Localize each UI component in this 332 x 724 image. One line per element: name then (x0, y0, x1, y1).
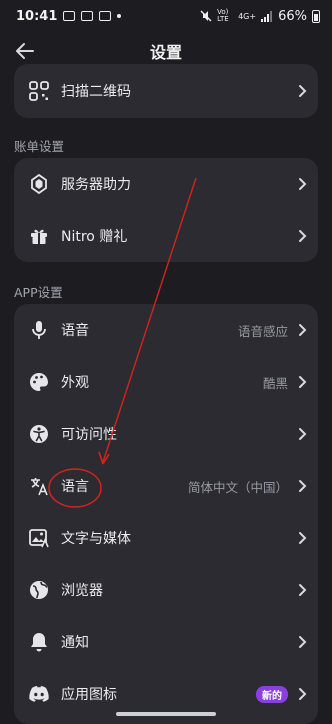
globe-icon (28, 579, 50, 601)
appearance-label: 外观 (61, 375, 89, 391)
appearance-item[interactable]: 外观 酷黑 (14, 356, 318, 408)
section-title-account: 账单设置 (14, 139, 65, 154)
notifications-item[interactable]: 通知 (14, 616, 318, 668)
battery-percent: 66% (278, 8, 307, 24)
accessibility-icon (28, 423, 50, 445)
image-notification-icon (63, 11, 76, 21)
scan-qr-label: 扫描二维码 (61, 84, 131, 100)
back-arrow-icon[interactable] (14, 40, 36, 62)
app-settings-card: 语音 语音感应 外观 酷黑 可访问性 语言 简体中文（中国） 文字与媒体 浏览器… (14, 304, 318, 724)
new-badge: 新的 (256, 685, 288, 703)
gift-icon (28, 225, 50, 247)
server-boost-item[interactable]: 服务器助力 (14, 158, 318, 210)
app-notification-icon (81, 11, 94, 21)
network-label: 4G+ (238, 11, 257, 21)
accessibility-label: 可访问性 (61, 427, 117, 443)
browser-label: 浏览器 (61, 583, 103, 599)
discord-logo-icon (28, 683, 50, 705)
image-text-icon (28, 527, 50, 549)
microphone-icon (28, 319, 50, 341)
language-label: 语言 (61, 479, 89, 495)
qr-code-icon (28, 80, 50, 102)
chevron-right-icon (299, 584, 307, 596)
text-media-item[interactable]: 文字与媒体 (14, 512, 318, 564)
boost-gem-icon (28, 173, 50, 195)
server-boost-label: 服务器助力 (61, 177, 131, 193)
account-card: 服务器助力 Nitro 赠礼 (14, 158, 318, 262)
chevron-right-icon (299, 376, 307, 388)
more-notifications-icon (117, 14, 122, 18)
status-time: 10:41 (16, 8, 58, 24)
voice-item[interactable]: 语音 语音感应 (14, 304, 318, 356)
accessibility-item[interactable]: 可访问性 (14, 408, 318, 460)
translate-icon (28, 475, 50, 497)
chevron-right-icon (299, 85, 307, 97)
section-title-app: APP设置 (14, 285, 63, 300)
page-title: 设置 (149, 43, 182, 62)
chevron-right-icon (299, 324, 307, 336)
chevron-right-icon (299, 532, 307, 544)
mute-icon (200, 10, 212, 22)
language-value: 简体中文（中国） (187, 479, 288, 495)
appearance-value: 酷黑 (262, 375, 288, 391)
chevron-right-icon (299, 230, 307, 242)
signal-icon (261, 10, 273, 22)
nitro-gift-item[interactable]: Nitro 赠礼 (14, 210, 318, 262)
status-bar: 10:41 Vo) LTE 4G+ 66% (0, 0, 332, 32)
voice-label: 语音 (61, 323, 89, 339)
scan-card: 扫描二维码 (14, 64, 318, 118)
chevron-right-icon (299, 428, 307, 440)
app-notification-icon-2 (99, 11, 112, 21)
language-item[interactable]: 语言 简体中文（中国） (14, 460, 318, 512)
volte-label: Vo) LTE (217, 8, 229, 23)
browser-item[interactable]: 浏览器 (14, 564, 318, 616)
nitro-gift-label: Nitro 赠礼 (61, 229, 128, 245)
chevron-right-icon (299, 178, 307, 190)
scan-qr-item[interactable]: 扫描二维码 (14, 64, 318, 118)
text-media-label: 文字与媒体 (61, 531, 131, 547)
home-indicator (116, 712, 216, 716)
bell-icon (28, 631, 50, 653)
voice-value: 语音感应 (237, 323, 288, 339)
battery-icon (312, 9, 320, 23)
chevron-right-icon (299, 636, 307, 648)
app-icon-label: 应用图标 (61, 687, 117, 703)
chevron-right-icon (299, 688, 307, 700)
palette-icon (28, 371, 50, 393)
chevron-right-icon (299, 480, 307, 492)
notifications-label: 通知 (61, 635, 89, 651)
